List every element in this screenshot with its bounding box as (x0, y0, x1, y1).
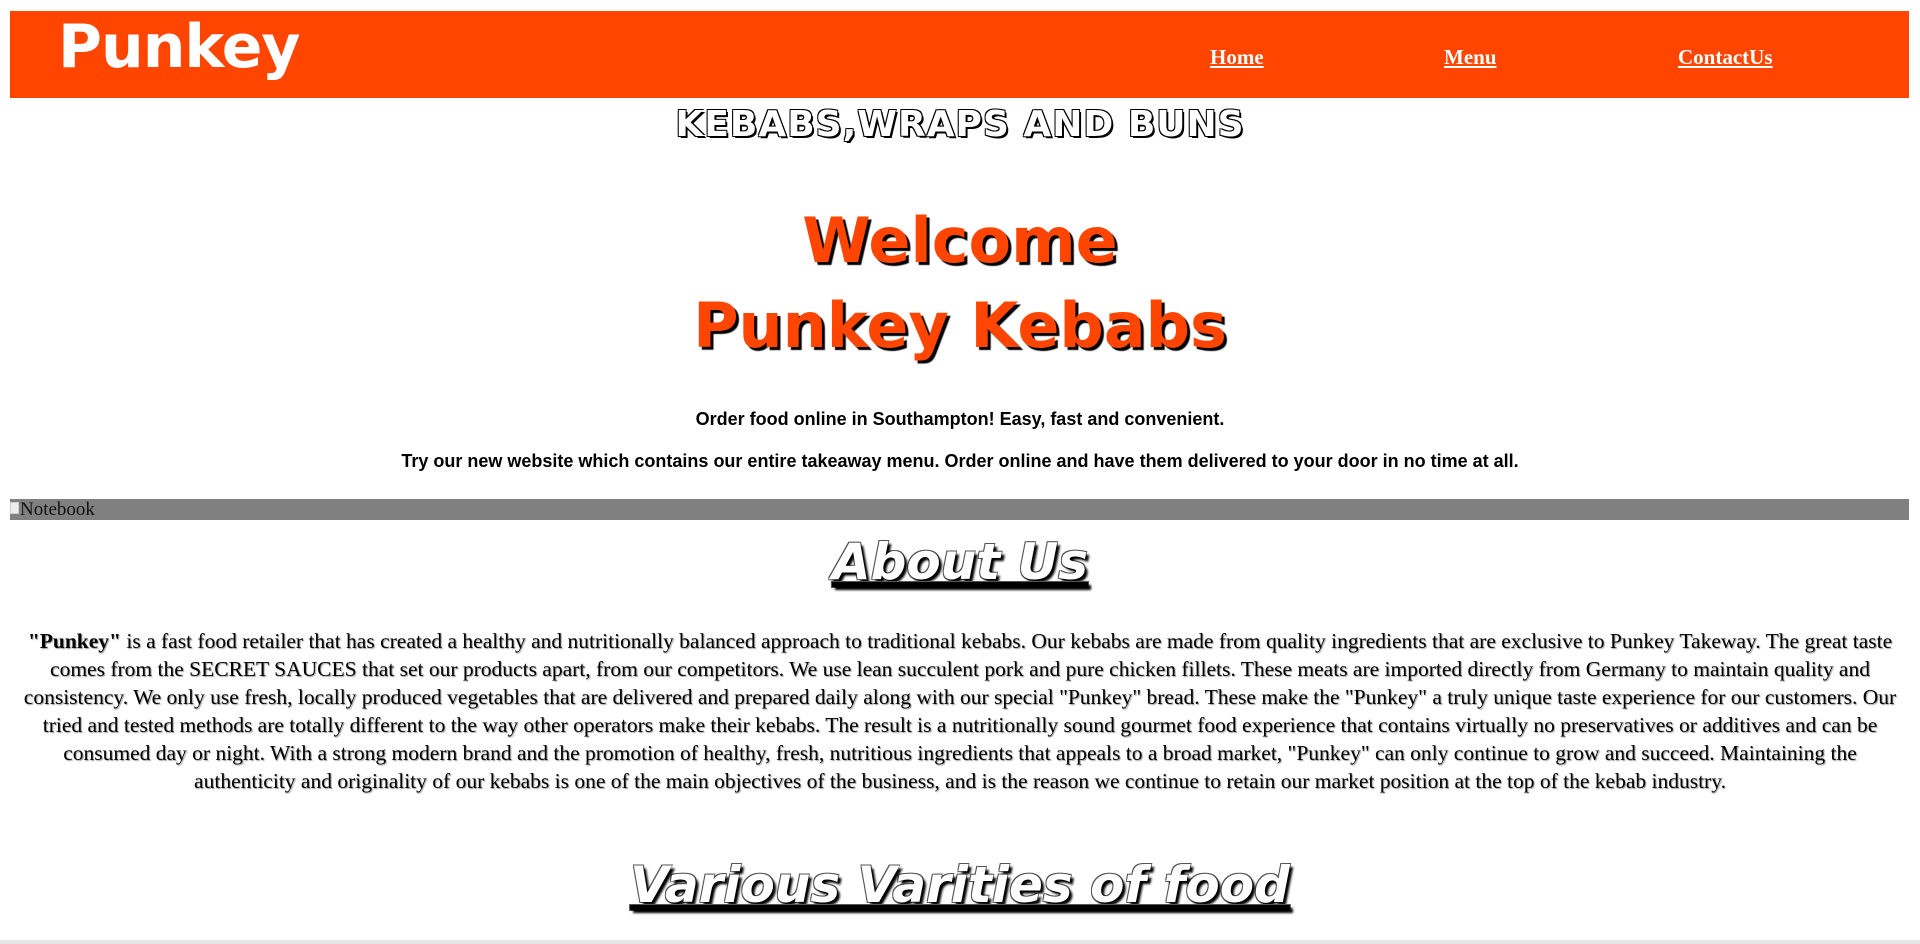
hero-tagline: KEBABS,WRAPS AND BUNS (675, 104, 1245, 145)
intro-text-website: Try our new website which contains our e… (401, 451, 1519, 471)
banner-image-alt-text: Notebook (10, 499, 95, 520)
hero-welcome-heading: Welcome (802, 204, 1118, 277)
hero-title-heading: Punkey Kebabs (693, 289, 1227, 362)
varieties-heading: Various Varities of food (630, 856, 1290, 914)
about-us-paragraph: "Punkey" is a fast food retailer that ha… (14, 627, 1906, 795)
about-us-heading: About Us (831, 533, 1089, 591)
bottom-divider (0, 940, 1920, 944)
nav-link-contact[interactable]: ContactUs (1678, 45, 1773, 70)
nav-link-home[interactable]: Home (1210, 45, 1264, 70)
about-brand-name: "Punkey" (27, 629, 121, 653)
brand-logo[interactable]: Punkey (58, 17, 300, 77)
nav-link-menu[interactable]: Menu (1444, 45, 1497, 70)
top-navbar: Punkey Home Menu ContactUs (10, 11, 1909, 98)
banner-image: Notebook (10, 499, 1909, 520)
about-body-text: is a fast food retailer that has created… (23, 629, 1897, 793)
intro-text-order: Order food online in Southampton! Easy, … (695, 409, 1225, 429)
